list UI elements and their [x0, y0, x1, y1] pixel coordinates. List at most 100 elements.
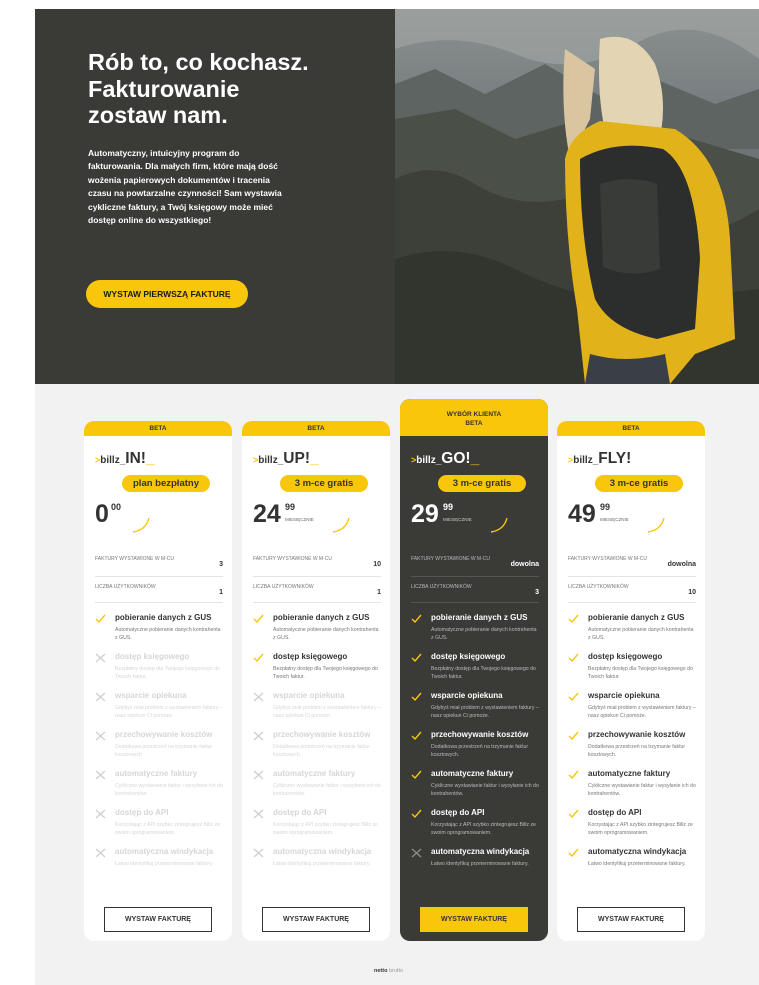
issue-first-invoice-button[interactable]: WYSTAW PIERWSZĄ FAKTURĘ — [86, 280, 248, 308]
feature-description: Gdybyś miał problem z wystawieniem faktu… — [115, 705, 223, 719]
plan-card-in: BETA >billz_IN!_ plan bezpłatny 0 00 FAKT… — [84, 421, 232, 941]
feature-title: przechowywanie kosztów — [115, 730, 213, 739]
hero-photo — [395, 9, 759, 384]
feature-title: wsparcie opiekuna — [431, 691, 503, 700]
feature-title: wsparcie opiekuna — [273, 691, 345, 700]
feature-description: Gdybyś miał problem z wystawieniem faktu… — [588, 705, 696, 719]
divider — [568, 576, 696, 577]
feature-description: Korzystając z API szybko zintegrujesz Bi… — [273, 822, 378, 836]
feature-description: Cykliczne wystawianie faktur i wysyłanie… — [431, 783, 539, 797]
plan-price: 29 99 MIESIĘCZNIE — [411, 500, 472, 528]
feature-description: Cykliczne wystawianie faktur i wysyłanie… — [115, 783, 223, 797]
feature-title: pobieranie danych z GUS — [588, 613, 685, 622]
plan-beta-label: BETA — [557, 421, 705, 436]
feature-title: pobieranie danych z GUS — [115, 613, 212, 622]
cross-icon — [253, 770, 264, 780]
feature-description: Cykliczne wystawianie faktur i wysyłanie… — [588, 783, 696, 797]
plan-card-fly: BETA >billz_FLY! 3 m-ce gratis 49 99 MIESI… — [557, 421, 705, 941]
check-icon — [568, 731, 579, 741]
plan-brand: >billz_FLY! — [568, 450, 632, 467]
check-icon — [253, 653, 264, 663]
feature-description: Dodatkowa przestrzeń na trzymanie faktur… — [588, 744, 686, 758]
issue-invoice-button-up[interactable]: WYSTAW FAKTURĘ — [262, 907, 370, 932]
check-icon — [568, 809, 579, 819]
plan-price: 49 99 MIESIĘCZNIE — [568, 500, 629, 528]
feature-title: automatyczna windykacja — [115, 847, 214, 856]
plan-badge: plan bezpłatny — [122, 475, 210, 492]
hero-description: Automatyczny, intuicyjny program do fakt… — [88, 148, 282, 226]
cross-icon — [95, 692, 106, 702]
feature-description: Korzystając z API szybko zintegrujesz Bi… — [431, 822, 536, 836]
divider — [411, 576, 539, 577]
cross-icon — [253, 731, 264, 741]
plan-brand: >billz_IN!_ — [95, 450, 155, 467]
check-icon — [568, 653, 579, 663]
feature-description: Łatwo identyfikuj przeterminowane faktur… — [588, 861, 686, 867]
cross-icon — [253, 809, 264, 819]
feature-description: Automatyczne pobieranie danych kontrahen… — [431, 627, 537, 641]
stat-users: LICZBA UŻYTKOWNIKÓW 1 — [253, 584, 381, 596]
price-swoosh-icon — [490, 517, 508, 533]
issue-invoice-button-fly[interactable]: WYSTAW FAKTURĘ — [577, 907, 685, 932]
feature-description: Łatwo identyfikuj przeterminowane faktur… — [273, 861, 371, 867]
feature-description: Dodatkowa przestrzeń na trzymanie faktur… — [273, 744, 371, 758]
feature-description: Łatwo identyfikuj przeterminowane faktur… — [115, 861, 213, 867]
cross-icon — [95, 770, 106, 780]
stat-invoices: FAKTURY WYSTAWIONE W M-CU 3 — [95, 556, 223, 568]
divider — [253, 576, 381, 577]
feature-title: automatyczne faktury — [273, 769, 356, 778]
check-icon — [411, 614, 422, 624]
feature-title: wsparcie opiekuna — [588, 691, 660, 700]
hero-text-panel: Rób to, co kochasz. Fakturowanie zostaw … — [35, 9, 395, 384]
check-icon — [411, 770, 422, 780]
plan-badge: 3 m-ce gratis — [280, 475, 368, 492]
stat-invoices: FAKTURY WYSTAWIONE W M-CU dowolna — [568, 556, 696, 568]
plan-price: 24 99 MIESIĘCZNIE — [253, 500, 314, 528]
feature-title: przechowywanie kosztów — [431, 730, 529, 739]
divider — [411, 602, 539, 603]
feature-description: Dodatkowa przestrzeń na trzymanie faktur… — [115, 744, 213, 758]
feature-description: Łatwo identyfikuj przeterminowane faktur… — [431, 861, 529, 867]
plan-brand: >billz_GO!_ — [411, 450, 480, 467]
plan-choice-label: WYBÓR KLIENTA BETA — [400, 399, 548, 436]
gross-option[interactable]: brutto — [389, 968, 403, 974]
cross-icon — [253, 692, 264, 702]
net-gross-toggle[interactable]: netto brutto — [374, 968, 403, 974]
check-icon — [568, 614, 579, 624]
feature-description: Automatyczne pobieranie danych kontrahen… — [115, 627, 221, 641]
stat-invoices: FAKTURY WYSTAWIONE W M-CU dowolna — [411, 556, 539, 568]
check-icon — [568, 692, 579, 702]
price-swoosh-icon — [647, 517, 665, 533]
cross-icon — [253, 848, 264, 858]
feature-description: Automatyczne pobieranie danych kontrahen… — [273, 627, 379, 641]
plan-beta-label: BETA — [465, 420, 483, 427]
check-icon — [411, 653, 422, 663]
divider — [568, 602, 696, 603]
feature-title: dostęp do API — [115, 808, 169, 817]
feature-description: Bezpłatny dostęp dla Twojego księgowego … — [115, 666, 220, 680]
price-swoosh-icon — [332, 517, 350, 533]
feature-title: dostęp do API — [273, 808, 327, 817]
feature-title: dostęp księgowego — [431, 652, 506, 661]
feature-title: automatyczne faktury — [115, 769, 198, 778]
cross-icon — [95, 731, 106, 741]
feature-description: Gdybyś miał problem z wystawieniem faktu… — [273, 705, 381, 719]
feature-title: dostęp księgowego — [115, 652, 190, 661]
feature-title: automatyczna windykacja — [273, 847, 372, 856]
feature-title: automatyczna windykacja — [588, 847, 687, 856]
hiker-photo-illustration — [395, 9, 759, 384]
check-icon — [411, 692, 422, 702]
stat-users: LICZBA UŻYTKOWNIKÓW 1 — [95, 584, 223, 596]
net-option[interactable]: netto — [374, 968, 387, 974]
feature-description: Korzystając z API szybko zintegrujesz Bi… — [588, 822, 693, 836]
feature-title: dostęp księgowego — [588, 652, 663, 661]
check-icon — [411, 809, 422, 819]
feature-title: automatyczne faktury — [588, 769, 671, 778]
plan-card-up: BETA >billz_UP!_ 3 m-ce gratis 24 99 MIESI… — [242, 421, 390, 941]
price-swoosh-icon — [132, 517, 150, 533]
feature-title: przechowywanie kosztów — [273, 730, 371, 739]
feature-title: dostęp do API — [431, 808, 485, 817]
issue-invoice-button-in[interactable]: WYSTAW FAKTURĘ — [104, 907, 212, 932]
check-icon — [568, 770, 579, 780]
issue-invoice-button-go[interactable]: WYSTAW FAKTURĘ — [420, 907, 528, 932]
